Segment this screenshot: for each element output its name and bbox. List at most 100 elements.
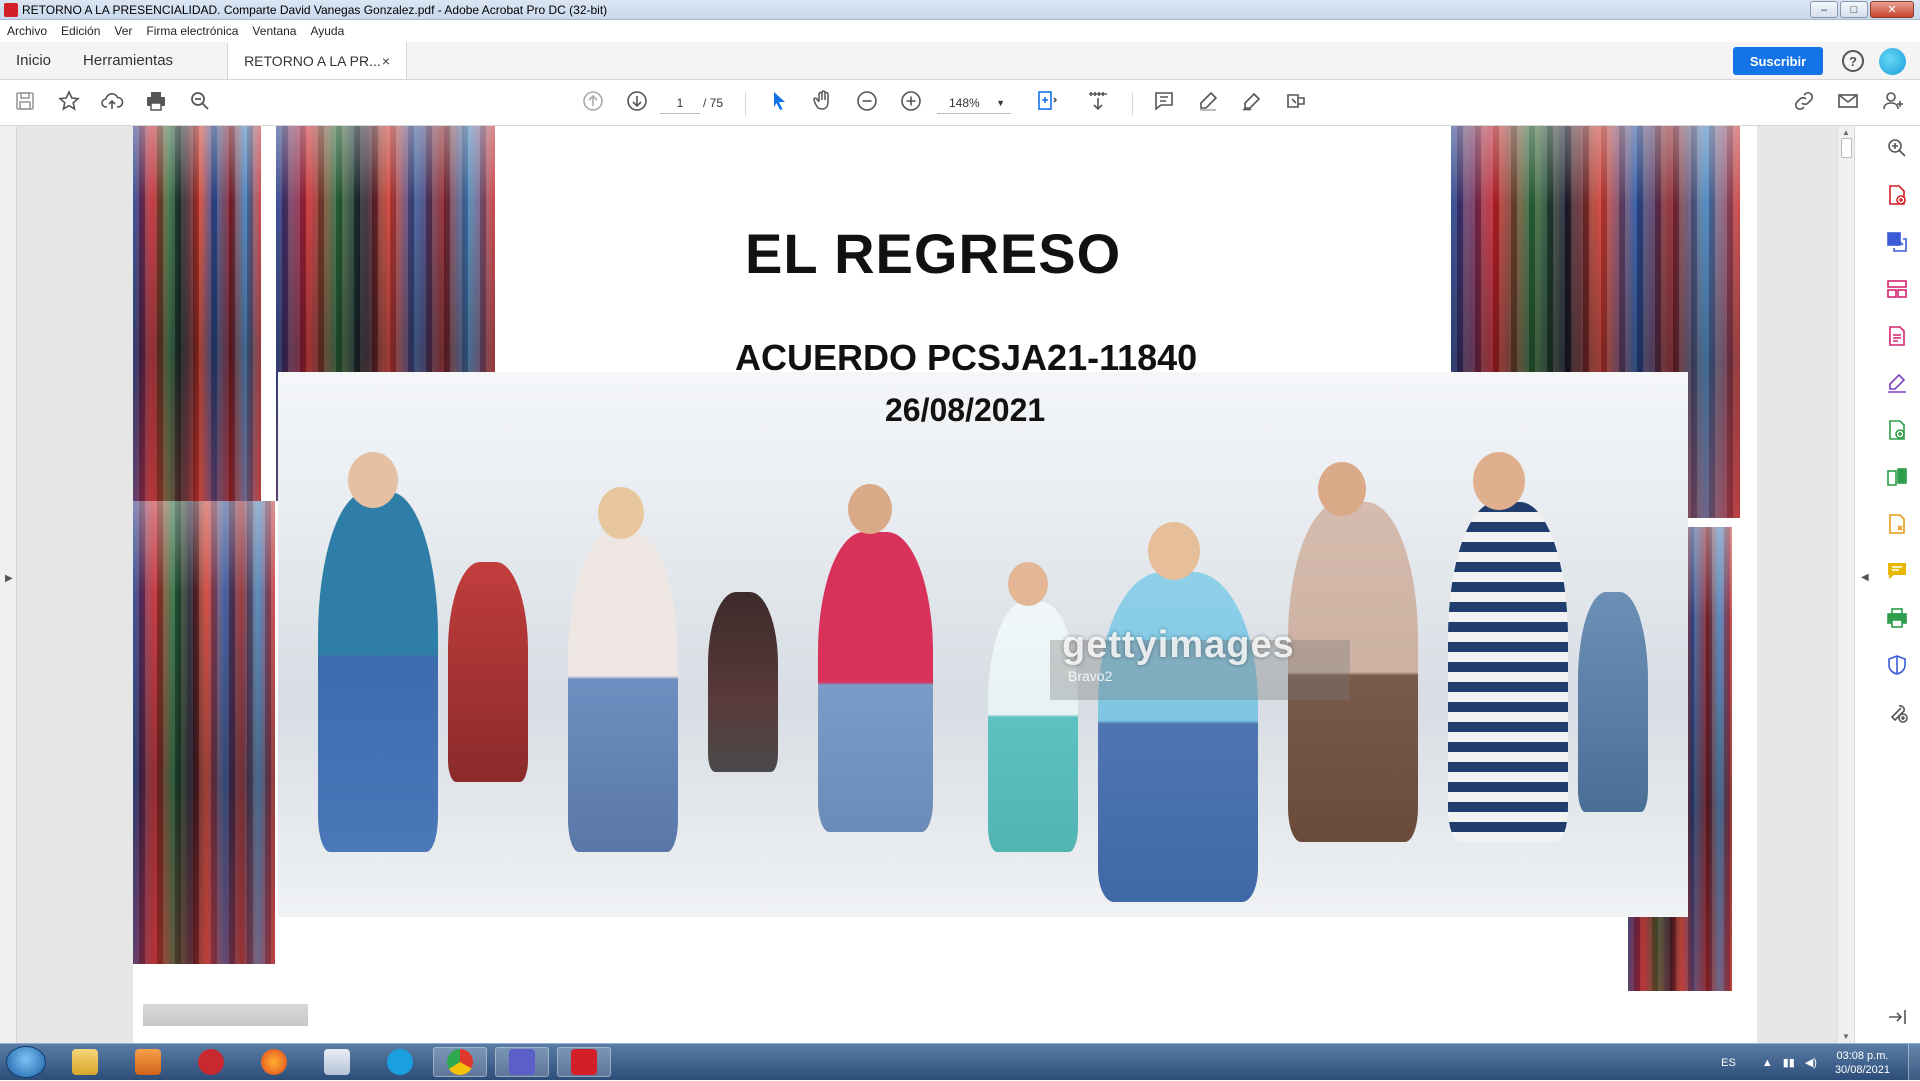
tab-document[interactable]: RETORNO A LA PR... × <box>227 42 408 79</box>
taskbar-media-player[interactable] <box>121 1047 175 1077</box>
tab-herramientas[interactable]: Herramientas <box>67 42 189 79</box>
highlight-pen-icon[interactable] <box>1195 88 1221 114</box>
expand-left-icon[interactable]: ▶ <box>5 573 13 584</box>
acrobat-icon <box>571 1049 597 1075</box>
menu-ver[interactable]: Ver <box>114 24 132 38</box>
menu-ayuda[interactable]: Ayuda <box>310 24 344 38</box>
taskbar-firefox[interactable] <box>247 1047 301 1077</box>
organize-pages-icon[interactable] <box>1884 276 1910 302</box>
help-icon[interactable]: ? <box>1842 50 1864 72</box>
export-pdf-icon[interactable] <box>1884 229 1910 255</box>
subscribe-button[interactable]: Suscribir <box>1733 47 1823 75</box>
taskbar-skype[interactable] <box>373 1047 427 1077</box>
close-window-button[interactable]: ✕ <box>1870 1 1914 18</box>
fit-page-icon[interactable] <box>1033 88 1059 114</box>
page-number-input[interactable]: 1 <box>660 92 700 114</box>
add-user-icon[interactable] <box>1880 88 1906 114</box>
scroll-thumb[interactable] <box>1841 138 1852 158</box>
edit-pdf-icon[interactable] <box>1884 323 1910 349</box>
create-pdf-icon[interactable] <box>1884 182 1910 208</box>
acrobat-app-icon <box>4 2 18 17</box>
show-desktop-button[interactable] <box>1908 1044 1920 1081</box>
more-tools-icon[interactable] <box>1884 699 1910 725</box>
zoom-level-dropdown[interactable]: 148% ▼ <box>937 92 1011 114</box>
zoom-out-icon[interactable] <box>854 88 880 114</box>
language-indicator[interactable]: ES <box>1721 1057 1736 1069</box>
taskbar-app-red[interactable] <box>184 1047 238 1077</box>
show-hidden-icons-icon[interactable]: ▲ <box>1762 1057 1773 1069</box>
chevron-down-icon: ▼ <box>996 98 1005 108</box>
share-link-icon[interactable] <box>1791 88 1817 114</box>
taskbar-snipping-tool[interactable] <box>310 1047 364 1077</box>
menu-firma-electronica[interactable]: Firma electrónica <box>146 24 238 38</box>
comment-icon[interactable] <box>1151 88 1177 114</box>
menu-ventana[interactable]: Ventana <box>252 24 296 38</box>
minimize-button[interactable]: – <box>1810 1 1838 18</box>
zoom-in-icon[interactable] <box>898 88 924 114</box>
menu-bar: Archivo Edición Ver Firma electrónica Ve… <box>0 20 1920 42</box>
getty-watermark-credit: Bravo2 <box>1068 668 1113 684</box>
scroll-up-icon[interactable]: ▲ <box>1842 128 1850 137</box>
print-production-icon[interactable] <box>1884 605 1910 631</box>
clock-time: 03:08 p.m. <box>1836 1049 1889 1062</box>
skype-icon <box>387 1049 413 1075</box>
save-icon[interactable] <box>12 88 38 114</box>
page-total-label: / 75 <box>703 96 724 110</box>
clock-date: 30/08/2021 <box>1834 1063 1890 1076</box>
maximize-button[interactable]: □ <box>1840 1 1868 18</box>
crowd-photo <box>278 372 1688 917</box>
getty-watermark: gettyimages <box>1062 624 1295 666</box>
protect-shield-icon[interactable] <box>1884 652 1910 678</box>
compare-files-icon[interactable] <box>1884 464 1910 490</box>
document-date: 26/08/2021 <box>885 392 1046 428</box>
toolbar-divider <box>1132 92 1133 116</box>
scroll-down-icon[interactable]: ▼ <box>1842 1032 1850 1041</box>
start-button[interactable] <box>6 1046 46 1078</box>
tab-close-icon[interactable]: × <box>382 53 390 69</box>
bookmark-star-icon[interactable] <box>56 88 82 114</box>
comic-image-mid-left <box>133 501 275 964</box>
print-icon[interactable] <box>143 88 169 114</box>
download-app-icon <box>198 1049 224 1075</box>
email-icon[interactable] <box>1835 88 1861 114</box>
clock[interactable]: 03:08 p.m. 30/08/2021 <box>1835 1049 1890 1077</box>
select-cursor-icon[interactable] <box>766 88 792 114</box>
network-signal-icon[interactable]: ▮▮ <box>1783 1056 1795 1069</box>
chrome-icon <box>447 1049 473 1075</box>
fill-sign-icon[interactable] <box>1283 88 1309 114</box>
tab-inicio[interactable]: Inicio <box>0 42 67 79</box>
grey-caption-bar <box>143 1004 308 1026</box>
zoom-search-icon[interactable] <box>187 88 213 114</box>
document-subtitle: ACUERDO PCSJA21-11840 <box>735 337 1198 378</box>
request-signature-icon[interactable] <box>1884 511 1910 537</box>
taskbar-teams[interactable] <box>495 1047 549 1077</box>
next-page-icon[interactable] <box>624 88 650 114</box>
scroll-mode-icon[interactable] <box>1085 88 1111 114</box>
vertical-scrollbar[interactable]: ▲ ▼ <box>1837 126 1854 1043</box>
comment-tool-icon[interactable] <box>1884 558 1910 584</box>
right-tools-panel: ◀ <box>1854 126 1920 1043</box>
hand-tool-icon[interactable] <box>810 88 836 114</box>
taskbar-acrobat[interactable] <box>557 1047 611 1077</box>
scissors-icon <box>324 1049 350 1075</box>
menu-archivo[interactable]: Archivo <box>7 24 47 38</box>
menu-edicion[interactable]: Edición <box>61 24 100 38</box>
taskbar-explorer[interactable] <box>58 1047 112 1077</box>
enhance-scan-icon[interactable] <box>1884 135 1910 161</box>
taskbar-chrome[interactable] <box>433 1047 487 1077</box>
volume-icon[interactable]: ◀) <box>1805 1056 1817 1069</box>
collapse-tools-pane-icon[interactable] <box>1884 1004 1910 1030</box>
firefox-icon <box>261 1049 287 1075</box>
left-nav-panel[interactable]: ▶ <box>0 126 17 1043</box>
sign-pen-icon[interactable] <box>1239 88 1265 114</box>
collapse-panel-icon[interactable]: ◀ <box>1861 572 1869 583</box>
send-review-icon[interactable] <box>1884 417 1910 443</box>
windows-taskbar: ES ▲ ▮▮ ◀) 03:08 p.m. 30/08/2021 <box>0 1043 1920 1081</box>
tab-document-label: RETORNO A LA PR... <box>244 52 381 69</box>
account-avatar[interactable] <box>1879 48 1906 75</box>
cloud-upload-icon[interactable] <box>99 88 125 114</box>
fill-sign-tool-icon[interactable] <box>1884 370 1910 396</box>
window-controls: – □ ✕ <box>1810 1 1914 18</box>
toolbar-divider <box>745 92 746 116</box>
previous-page-icon[interactable] <box>580 88 606 114</box>
